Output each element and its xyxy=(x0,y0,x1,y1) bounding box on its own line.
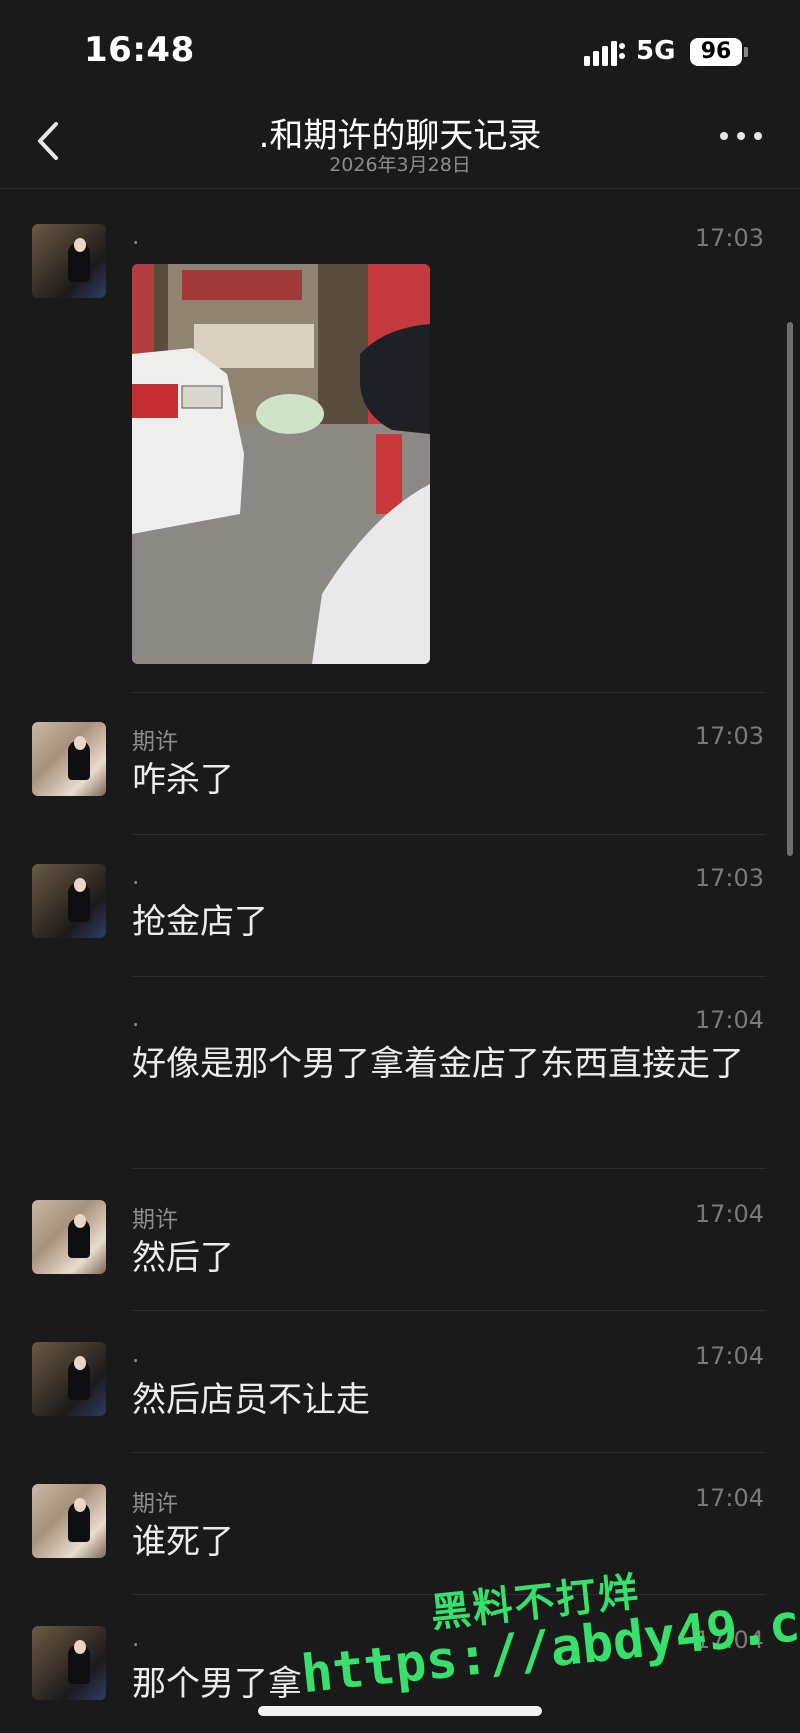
message-time: 17:04 xyxy=(694,1006,764,1034)
more-icon[interactable] xyxy=(718,126,764,146)
avatar-face xyxy=(74,1214,86,1228)
avatar[interactable] xyxy=(32,1626,106,1700)
message-text: 然后店员不让走 xyxy=(132,1380,370,1420)
status-time: 16:48 xyxy=(84,30,195,70)
sender-name: . xyxy=(132,1342,140,1368)
battery-tip xyxy=(744,47,748,57)
message-text: 咋杀了 xyxy=(132,760,234,800)
message-time: 17:03 xyxy=(694,224,764,252)
battery-icon: 96 xyxy=(690,38,742,66)
message-text: 抢金店了 xyxy=(132,902,268,942)
home-indicator[interactable] xyxy=(258,1706,542,1716)
sender-name: . xyxy=(132,1626,140,1652)
avatar[interactable] xyxy=(32,1200,106,1274)
avatar-face xyxy=(74,736,86,750)
avatar-face xyxy=(74,878,86,892)
avatar[interactable] xyxy=(32,1484,106,1558)
sender-name: . xyxy=(132,224,140,250)
message-divider xyxy=(132,834,766,835)
avatar[interactable] xyxy=(32,722,106,796)
sender-name: 期许 xyxy=(132,1207,178,1233)
message-divider xyxy=(132,692,766,693)
battery-level: 96 xyxy=(700,39,732,64)
cellular-signal-icon xyxy=(584,41,625,66)
message-time: 17:03 xyxy=(694,722,764,750)
avatar[interactable] xyxy=(32,224,106,298)
message-time: 17:04 xyxy=(694,1626,764,1654)
avatar-face xyxy=(74,1640,86,1654)
avatar-face xyxy=(74,1356,86,1370)
scrollbar[interactable] xyxy=(787,322,793,856)
message-photo[interactable] xyxy=(132,264,430,664)
message-time: 17:04 xyxy=(694,1200,764,1228)
sender-name: 期许 xyxy=(132,1491,178,1517)
message-time: 17:04 xyxy=(694,1484,764,1512)
message-divider xyxy=(132,976,766,977)
message-divider xyxy=(132,1168,766,1169)
message-divider xyxy=(132,1310,766,1311)
avatar[interactable] xyxy=(32,864,106,938)
message-text: 那个男了拿 xyxy=(132,1664,302,1704)
avatar-face xyxy=(74,1498,86,1512)
sender-name: . xyxy=(132,1006,140,1032)
avatar[interactable] xyxy=(32,1342,106,1416)
status-bar: 16:48 5G 96 xyxy=(0,0,800,96)
message-divider xyxy=(132,1452,766,1453)
watermark-title: 黑料不打烊 xyxy=(428,1569,643,1637)
message-text: 好像是那个男了拿着金店了东西直接走了 xyxy=(132,1044,744,1084)
message-text: 谁死了 xyxy=(132,1522,234,1562)
chat-date: 2026年3月28日 xyxy=(329,154,471,176)
message-time: 17:03 xyxy=(694,864,764,892)
message-text: 然后了 xyxy=(132,1238,234,1278)
network-type: 5G xyxy=(636,36,676,66)
message-divider xyxy=(132,1594,766,1595)
sender-name: . xyxy=(132,864,140,890)
nav-bar: .和期许的聊天记录 2026年3月28日 xyxy=(0,96,800,189)
avatar-face xyxy=(74,238,86,252)
photo-image xyxy=(132,264,430,664)
message-time: 17:04 xyxy=(694,1342,764,1370)
sender-name: 期许 xyxy=(132,729,178,755)
